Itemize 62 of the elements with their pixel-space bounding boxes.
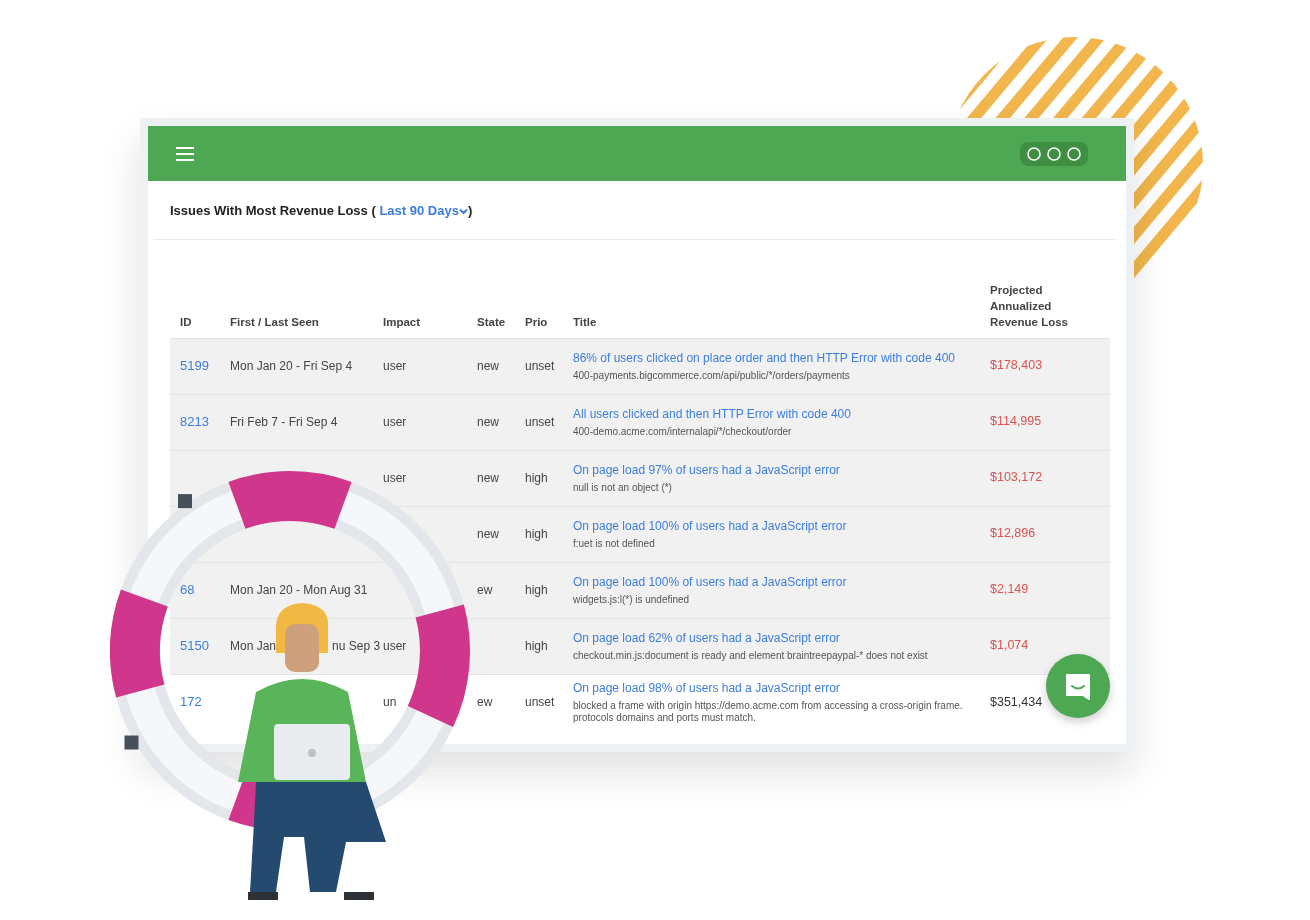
issue-detail: null is not an object (*): [573, 481, 673, 495]
issue-id-link[interactable]: 8213: [180, 414, 209, 430]
table-cell: unset: [525, 414, 555, 429]
column-header: State: [467, 275, 515, 339]
revenue-loss: $103,172: [990, 470, 1043, 485]
panel-title: Issues With Most Revenue Loss ( Last 90 Days ): [154, 181, 1116, 240]
column-header: Title: [563, 275, 980, 339]
table-cell: user: [383, 638, 407, 653]
table-cell: unset: [525, 695, 555, 710]
column-header: Prio: [515, 275, 563, 339]
column-header: First / Last Seen: [220, 275, 373, 339]
table-cell: Mon Jan 20 - Mon Aug 31: [230, 582, 368, 597]
issue-detail: widgets.js:l(*) is undefined: [573, 593, 691, 607]
issue-id-link[interactable]: 172: [180, 694, 202, 710]
table-cell: new: [477, 526, 499, 541]
table-cell: ew: [477, 695, 493, 710]
table-cell: Fri Feb 7 - Fri Sep 4: [230, 414, 338, 429]
table-cell: high: [525, 582, 548, 597]
period-dropdown[interactable]: Last 90 Days: [379, 203, 468, 218]
issue-title-link[interactable]: On page load 98% of users had a JavaScript error: [573, 680, 840, 696]
issue-detail: 400-payments.bigcommerce.com/api/public/*/orders/payments: [573, 369, 851, 383]
table-cell: new: [477, 470, 499, 485]
issue-title-link[interactable]: On page load 100% of users had a JavaScript error: [573, 518, 847, 534]
table-cell: high: [525, 470, 548, 485]
table-cell: Mon Jan: [230, 638, 277, 654]
revenue-loss: $114,995: [990, 414, 1042, 429]
issue-detail: blocked a frame with origin https://demo.acme.com from accessing a cross-origin frame. protocols domains and ports must match.: [573, 699, 964, 725]
column-header: ID: [170, 275, 220, 339]
table-cell: user: [383, 470, 407, 485]
table-cell: unset: [525, 358, 555, 373]
issue-title-link[interactable]: All users clicked and then HTTP Error with code 400: [573, 406, 851, 422]
table-cell: user: [383, 358, 407, 373]
caret-icon: [458, 208, 468, 216]
more-button[interactable]: [1020, 141, 1088, 166]
column-header: Impact: [373, 275, 467, 339]
table-cell: new: [477, 358, 499, 373]
table-cell: un: [383, 695, 397, 710]
table-cell: high: [525, 526, 548, 541]
revenue-loss: $178,403: [990, 358, 1043, 373]
menu-icon[interactable]: [176, 146, 194, 161]
issue-id-link[interactable]: 68: [180, 582, 195, 598]
revenue-loss: $1,074: [990, 638, 1029, 653]
issue-id-link[interactable]: 5199: [180, 358, 209, 374]
issue-detail: checkout.min.js:document is ready and element braintreepaypal-* does not exist: [573, 649, 929, 663]
table-cell: high: [525, 638, 548, 653]
table-cell: nu Sep 3: [332, 638, 381, 654]
revenue-loss: $2,149: [990, 582, 1029, 597]
table-cell: new: [477, 414, 499, 429]
table-cell: Mon Jan 20 - Fri Sep 4: [230, 358, 353, 373]
issue-detail: 400-demo.acme.com/internalapi/*/checkout/order: [573, 425, 793, 439]
issue-title-link[interactable]: On page load 62% of users had a JavaScript error: [573, 630, 840, 646]
revenue-loss: $12,896: [990, 526, 1036, 541]
chat-icon: [1063, 671, 1093, 701]
column-header: Projected Annualized Revenue Loss: [980, 275, 1110, 339]
issue-detail: f:uet is not defined: [573, 537, 656, 551]
issue-title-link[interactable]: On page load 100% of users had a JavaScript error: [573, 574, 847, 590]
issue-title-link[interactable]: On page load 97% of users had a JavaScript error: [573, 462, 840, 478]
issue-id-link[interactable]: 5150: [180, 638, 209, 654]
table-cell: user: [383, 414, 407, 429]
revenue-loss: $351,434: [990, 694, 1043, 709]
table-cell: ew: [477, 582, 493, 597]
issue-title-link[interactable]: 86% of users clicked on place order and then HTTP Error with code 400: [573, 350, 955, 366]
